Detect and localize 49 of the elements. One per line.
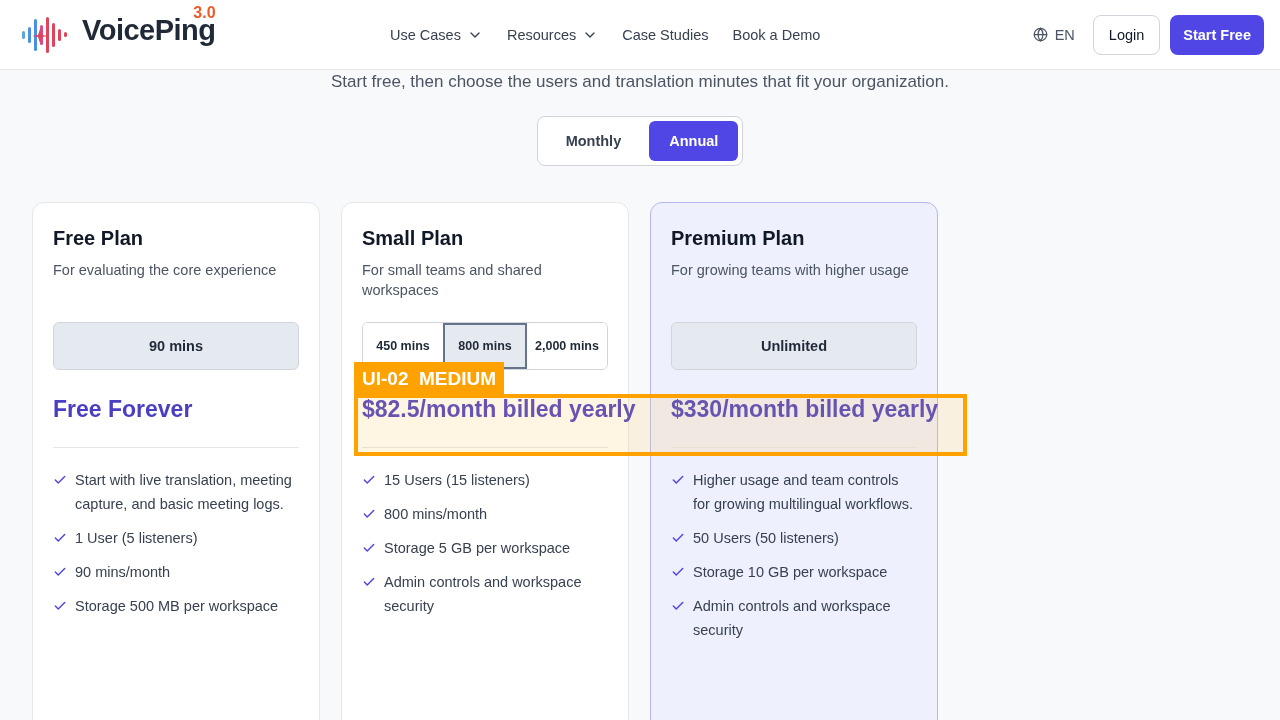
feature-text: Higher usage and team controls for growing multilingual workflows. [693,471,914,514]
version-label: 3.0 [193,3,216,21]
check-icon [362,473,376,487]
plan-description: For growing teams with higher usage [671,261,910,280]
nav-link[interactable]: Resources [506,26,599,43]
check-icon [53,473,67,487]
check-icon [362,541,376,555]
plan-title: Small Plan [362,227,465,250]
pricing-subtitle: Start free, then choose the users and translation minutes that fit your organization. [330,72,950,92]
check-icon [53,599,67,613]
feature-text: Storage 500 MB per workspace [75,597,279,616]
check-icon [671,531,685,545]
globe-icon[interactable] [1032,27,1048,42]
plan-price: $82.5/month billed yearly [362,395,636,423]
minutes-option[interactable]: Unlimited [671,322,917,370]
nav-link[interactable]: Case Studies [622,26,709,43]
issue-tooltip: UI-02 MEDIUM [354,362,505,395]
check-icon [53,565,67,579]
plan-description: For small teams and shared workspaces [362,261,543,300]
plan-title: Premium Plan [671,227,806,250]
feature-text: 15 Users (15 listeners) [384,471,530,490]
start-free-button[interactable]: Start Free [1170,14,1264,55]
language-label[interactable]: EN [1054,26,1075,43]
minutes-option[interactable]: 800 mins [443,323,527,369]
feature-text: 90 mins/month [75,563,171,582]
check-icon [53,531,67,545]
feature-text: 800 mins/month [384,505,488,524]
feature-text: 1 User (5 listeners) [75,529,198,548]
feature-text: 50 Users (50 listeners) [693,529,839,548]
check-icon [362,507,376,521]
feature-text: Admin controls and workspace security [693,597,892,640]
nav-link[interactable]: Book a Demo [732,26,821,43]
minutes-option[interactable]: 90 mins [53,322,299,370]
feature-text: Admin controls and workspace security [384,573,583,616]
feature-text: Start with live translation, meeting capture, and basic meeting logs. [75,471,293,514]
billing-tab[interactable]: Monthly [541,121,646,161]
check-icon [671,599,685,613]
feature-text: Storage 10 GB per workspace [693,563,888,582]
billing-tab[interactable]: Annual [649,121,739,161]
login-button[interactable]: Login [1092,14,1161,55]
check-icon [671,565,685,579]
check-icon [671,473,685,487]
plan-description: For evaluating the core experience [53,261,278,280]
plan-title: Free Plan [53,227,145,250]
check-icon [362,575,376,589]
feature-text: Storage 5 GB per workspace [384,539,571,558]
nav-link[interactable]: Use Cases [390,26,483,43]
plan-price: $330/month billed yearly [671,395,939,423]
plan-price: Free Forever [53,395,193,423]
